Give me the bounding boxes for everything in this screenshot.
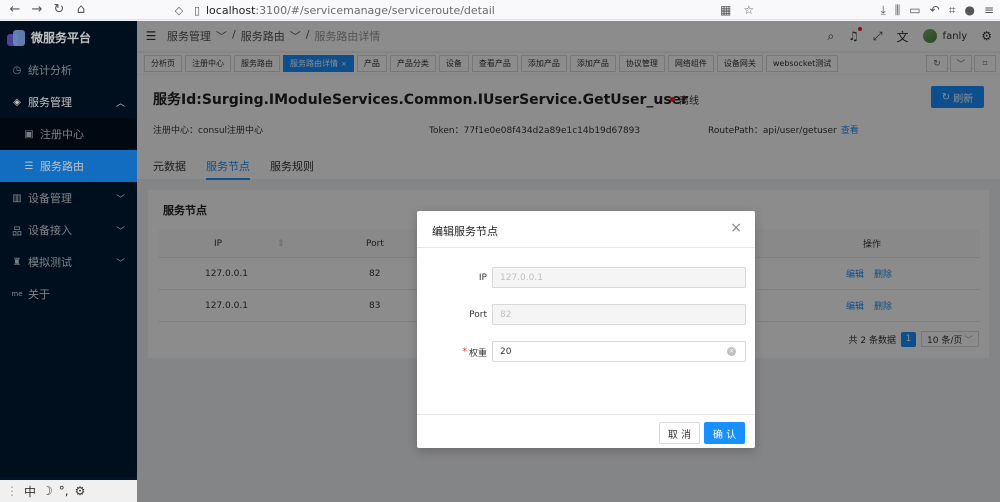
ip-field: 127.0.0.1 bbox=[492, 267, 746, 288]
ime-toolbar: ⋮ 中 ☽ °, ⚙ bbox=[0, 480, 137, 502]
settings-icon[interactable]: ⚙ bbox=[75, 484, 86, 498]
punctuation-toggle[interactable]: °, bbox=[59, 484, 69, 498]
home-icon[interactable]: ⌂ bbox=[70, 0, 92, 20]
crop-icon[interactable]: ⌗ bbox=[949, 3, 956, 18]
reader-icon[interactable]: ▭ bbox=[909, 3, 920, 17]
close-icon[interactable]: × bbox=[730, 220, 742, 236]
port-label: Port bbox=[469, 310, 487, 320]
clear-icon[interactable]: × bbox=[727, 347, 736, 356]
menu-icon[interactable]: ≡ bbox=[984, 3, 994, 17]
cancel-button[interactable]: 取 消 bbox=[659, 422, 700, 444]
undo-icon[interactable]: ↶ bbox=[930, 3, 940, 17]
edit-node-modal: 编辑服务节点 × IP 127.0.0.1 Port 82 * 权重 20 × 取 … bbox=[417, 211, 755, 448]
reload-icon[interactable]: ↻ bbox=[48, 0, 70, 20]
form-row-weight: * 权重 20 × bbox=[417, 341, 755, 363]
form-row-ip: IP 127.0.0.1 bbox=[417, 267, 755, 289]
url-path: :3100/#/servicemanage/serviceroute/detai… bbox=[255, 3, 495, 17]
moon-icon[interactable]: ☽ bbox=[42, 484, 53, 498]
library-icon[interactable]: ⫼ bbox=[895, 3, 901, 18]
weight-field[interactable]: 20 × bbox=[492, 341, 746, 362]
port-field: 82 bbox=[492, 304, 746, 325]
address-bar[interactable]: ◇ ▯ localhost:3100/#/servicemanage/servi… bbox=[170, 1, 760, 19]
browser-toolbar: ← → ↻ ⌂ ◇ ▯ localhost:3100/#/servicemana… bbox=[0, 0, 1000, 20]
form-row-port: Port 82 bbox=[417, 304, 755, 326]
modal-footer: 取 消 确 认 bbox=[417, 414, 755, 448]
forward-icon[interactable]: → bbox=[26, 0, 48, 20]
modal-header: 编辑服务节点 × bbox=[417, 211, 755, 248]
url-host: localhost bbox=[206, 3, 256, 17]
ip-label: IP bbox=[478, 273, 487, 283]
shield-icon: ◇ bbox=[174, 3, 184, 17]
download-icon[interactable]: ⤓ bbox=[880, 3, 885, 18]
required-mark: * bbox=[462, 347, 467, 357]
confirm-button[interactable]: 确 认 bbox=[704, 422, 745, 444]
chat-icon[interactable]: ● bbox=[964, 3, 974, 17]
language-toggle[interactable]: 中 bbox=[24, 483, 36, 500]
weight-label: * 权重 bbox=[462, 347, 487, 359]
grip-icon: ⋮ bbox=[6, 484, 18, 498]
sidebar-overlay bbox=[0, 21, 137, 477]
back-icon[interactable]: ← bbox=[4, 0, 26, 20]
page-icon: ▯ bbox=[193, 3, 201, 17]
modal-title: 编辑服务节点 bbox=[432, 225, 498, 238]
qr-icon[interactable]: ▦ bbox=[720, 3, 731, 17]
bookmark-star-icon[interactable]: ☆ bbox=[743, 3, 754, 17]
